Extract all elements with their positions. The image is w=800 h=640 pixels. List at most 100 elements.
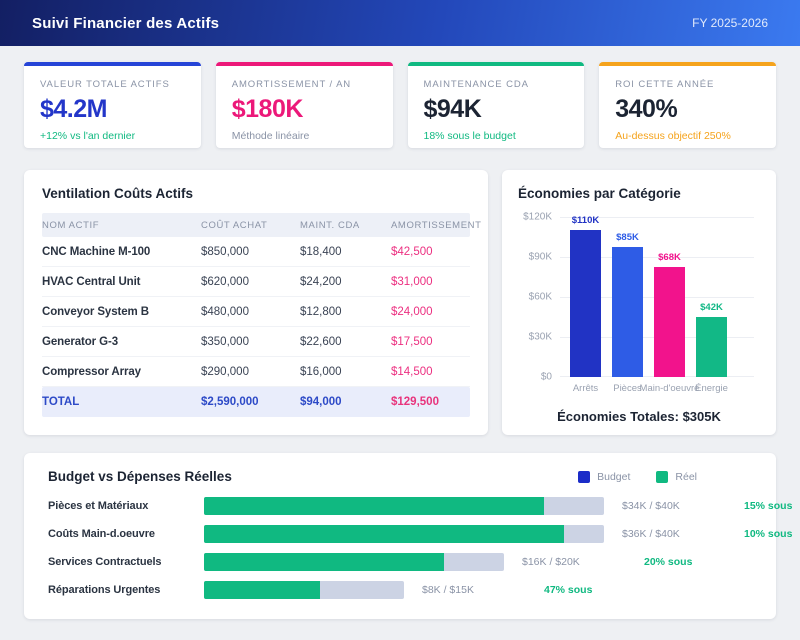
table-row: CNC Machine M-100$850,000$18,400$42,500: [42, 237, 470, 267]
table-header-cell: MAINT. CDA: [300, 220, 391, 231]
table-cell-name: Conveyor System B: [42, 306, 201, 318]
kpi-note: Méthode linéaire: [232, 130, 377, 142]
y-tick-label: $90K: [529, 252, 552, 263]
savings-chart: $120K$90K$60K$30K$0 $110K $85K $68K $42K: [518, 217, 760, 377]
x-tick-label: Arrêts: [570, 383, 601, 394]
table-cell-maint: $12,800: [300, 306, 391, 318]
table-cell-amort: $31,000: [391, 276, 470, 288]
budget-value: $8K / $15K: [422, 584, 508, 596]
budget-row-label: Réparations Urgentes: [48, 584, 204, 596]
budget-value: $16K / $20K: [522, 556, 608, 568]
table-cell-name: HVAC Central Unit: [42, 276, 201, 288]
table-total-cell-amort: $129,500: [391, 396, 470, 408]
asset-table: NOM ACTIFCOÛT ACHATMAINT. CDAAMORTISSEME…: [42, 213, 470, 417]
budget-track: [204, 581, 404, 599]
kpi-label: AMORTISSEMENT / AN: [232, 79, 377, 90]
y-tick-label: $0: [541, 372, 552, 383]
bar-slot: $85K: [612, 247, 643, 377]
kpi-card: MAINTENANCE CDA $94K 18% sous le budget: [408, 62, 585, 148]
table-cell-maint: $24,200: [300, 276, 391, 288]
table-cell-name: Compressor Array: [42, 366, 201, 378]
budget-panel: Budget vs Dépenses Réelles BudgetRéel Pi…: [24, 453, 776, 619]
budget-row: Services Contractuels$16K / $20K20% sous: [48, 548, 752, 576]
bar-slot: $42K: [696, 317, 727, 377]
legend-item: Budget: [578, 471, 630, 483]
plot-area: $110K $85K $68K $42K: [560, 217, 760, 377]
budget-row: Réparations Urgentes $8K / $15K 47% sous: [48, 576, 752, 604]
table-header-cell: NOM ACTIF: [42, 220, 201, 231]
budget-legend: Budget Réel: [552, 471, 697, 483]
kpi-note: +12% vs l'an dernier: [40, 130, 185, 142]
budget-value: $36K / $40K: [622, 528, 708, 540]
table-total-cell-maint: $94,000: [300, 396, 391, 408]
budget-row: Pièces et Matériaux$34K / $40K15% sous: [48, 492, 752, 520]
legend-label: Budget: [597, 471, 630, 483]
page-title: Suivi Financier des Actifs: [32, 15, 219, 32]
x-tick-text: Énergie: [695, 383, 728, 394]
legend-item: Réel: [656, 471, 697, 483]
budget-percent: 20% sous: [644, 556, 692, 568]
table-cell-purchase: $850,000: [201, 246, 300, 258]
kpi-label: VALEUR TOTALE ACTIFS: [40, 79, 185, 90]
y-tick-label: $120K: [523, 212, 552, 223]
table-cell-amort: $24,000: [391, 306, 470, 318]
budget-fill: [204, 497, 544, 515]
bar-2: [612, 247, 643, 377]
y-axis: $120K$90K$60K$30K$0: [518, 217, 560, 377]
savings-total-label: Économies Totales: $305K: [518, 409, 760, 424]
y-tick-label: $30K: [529, 332, 552, 343]
bar-value-label: $110K: [572, 215, 599, 230]
table-header-row: NOM ACTIFCOÛT ACHATMAINT. CDAAMORTISSEME…: [42, 213, 470, 237]
savings-chart-panel: Économies par Catégorie $120K$90K$60K$30…: [502, 170, 776, 435]
bar-slot: $110K: [570, 230, 601, 377]
budget-track: [204, 553, 504, 571]
bar-1: [570, 230, 601, 377]
x-tick-label: Main-d'oeuvre: [654, 383, 685, 394]
x-tick-label: Énergie: [696, 383, 727, 394]
table-header-cell: COÛT ACHAT: [201, 220, 300, 231]
table-cell-amort: $17,500: [391, 336, 470, 348]
budget-panel-header: Budget vs Dépenses Réelles BudgetRéel: [48, 469, 752, 484]
table-cell-purchase: $480,000: [201, 306, 300, 318]
x-axis-labels: Arrêts Pièces Main-d'oeuvre Énergie: [570, 383, 760, 394]
table-cell-amort: $42,500: [391, 246, 470, 258]
app-header: Suivi Financier des Actifs FY 2025-2026: [0, 0, 800, 46]
x-tick-text: Main-d'oeuvre: [640, 383, 700, 394]
budget-fill: [204, 581, 320, 599]
budget-percent: 47% sous: [544, 584, 592, 596]
bar-4: [696, 317, 727, 377]
kpi-value: $4.2M: [40, 95, 185, 124]
budget-row: Coûts Main-d.oeuvre$36K / $40K10% sous: [48, 520, 752, 548]
kpi-value: $180K: [232, 95, 377, 124]
table-total-cell-purchase: $2,590,000: [201, 396, 300, 408]
bar-value-label: $68K: [658, 252, 681, 267]
asset-table-title: Ventilation Coûts Actifs: [42, 186, 470, 201]
legend-swatch: [656, 471, 668, 483]
budget-percent: 10% sous: [744, 528, 792, 540]
bar-3: [654, 267, 685, 377]
x-axis: Arrêts Pièces Main-d'oeuvre Énergie: [518, 383, 760, 394]
table-total-row: TOTAL$2,590,000$94,000$129,500: [42, 387, 470, 417]
x-tick-label: Pièces: [612, 383, 643, 394]
budget-track: [204, 525, 604, 543]
x-tick-text: Pièces: [613, 383, 642, 394]
budget-value: $34K / $40K: [622, 500, 708, 512]
table-cell-purchase: $350,000: [201, 336, 300, 348]
table-cell-amort: $14,500: [391, 366, 470, 378]
table-cell-name: Generator G-3: [42, 336, 201, 348]
kpi-value: $94K: [424, 95, 569, 124]
table-cell-purchase: $290,000: [201, 366, 300, 378]
table-cell-name: CNC Machine M-100: [42, 246, 201, 258]
table-row: Generator G-3$350,000$22,600$17,500: [42, 327, 470, 357]
legend-label: Réel: [675, 471, 697, 483]
table-cell-maint: $16,000: [300, 366, 391, 378]
bar-value-label: $42K: [700, 302, 723, 317]
kpi-note: 18% sous le budget: [424, 130, 569, 142]
kpi-label: ROI CETTE ANNÉE: [615, 79, 760, 90]
bar-slot: $68K: [654, 267, 685, 377]
kpi-label: MAINTENANCE CDA: [424, 79, 569, 90]
budget-percent: 15% sous: [744, 500, 792, 512]
kpi-value: 340%: [615, 95, 760, 124]
budget-track: [204, 497, 604, 515]
asset-cost-panel: Ventilation Coûts Actifs NOM ACTIFCOÛT A…: [24, 170, 488, 435]
